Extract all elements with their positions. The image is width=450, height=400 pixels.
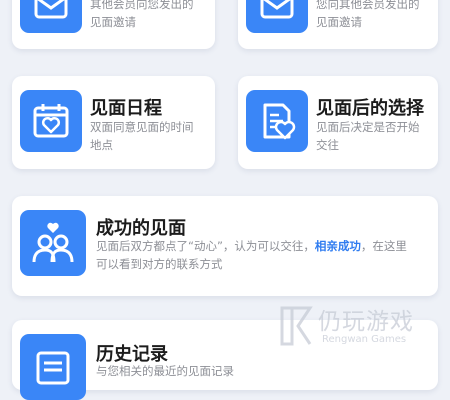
document-heart-icon bbox=[246, 90, 308, 152]
after-title: 见面后的选择 bbox=[316, 98, 424, 119]
sent-invitations-card[interactable]: 您向其他会员发出的 见面邀请 bbox=[238, 0, 438, 49]
success-highlight: 相亲成功 bbox=[314, 239, 361, 253]
schedule-title: 见面日程 bbox=[90, 98, 162, 119]
watermark: 仍玩游戏 Rengwan Games bbox=[278, 302, 428, 358]
schedule-desc: 双面同意见面的时间 地点 bbox=[90, 120, 194, 152]
after-desc: 见面后决定是否开始 交往 bbox=[316, 120, 420, 152]
calendar-heart-icon bbox=[20, 90, 82, 152]
list-icon bbox=[20, 334, 86, 400]
successful-meeting-card[interactable]: 成功的见面 见面后双方都点了“动心”，认为可以交往，相亲成功，在这里 可以看到对… bbox=[12, 196, 438, 296]
watermark-sub: Rengwan Games bbox=[322, 334, 407, 345]
envelope-heart-icon bbox=[246, 0, 308, 33]
received-desc: 其他会员向您发出的 见面邀请 bbox=[90, 0, 194, 29]
watermark-name: 仍玩游戏 bbox=[318, 309, 414, 335]
couple-heart-icon bbox=[20, 210, 86, 276]
after-meeting-choice-card[interactable]: 见面后的选择 见面后决定是否开始 交往 bbox=[238, 76, 438, 169]
success-desc: 见面后双方都点了“动心”，认为可以交往，相亲成功，在这里 可以看到对方的联系方式 bbox=[96, 239, 407, 271]
watermark-logo-icon bbox=[280, 306, 313, 346]
received-invitations-card[interactable]: 其他会员向您发出的 见面邀请 bbox=[12, 0, 215, 49]
history-desc: 与您相关的最近的见面记录 bbox=[96, 364, 234, 378]
envelope-icon bbox=[20, 0, 82, 33]
meeting-schedule-card[interactable]: 见面日程 双面同意见面的时间 地点 bbox=[12, 76, 215, 169]
sent-desc: 您向其他会员发出的 见面邀请 bbox=[316, 0, 420, 29]
